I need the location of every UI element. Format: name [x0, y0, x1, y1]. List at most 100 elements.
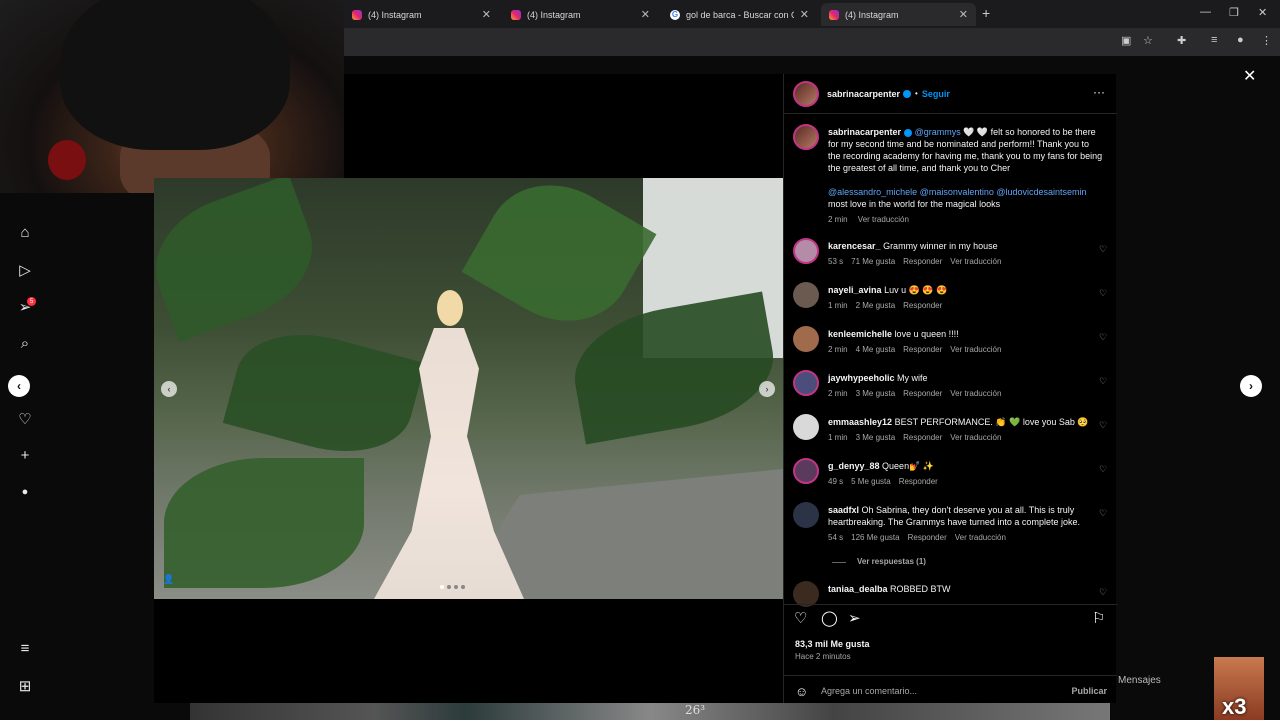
comment-avatar[interactable] — [793, 458, 819, 484]
close-tab-icon[interactable]: ✕ — [641, 8, 650, 21]
close-tab-icon[interactable]: ✕ — [959, 8, 968, 21]
comment-username[interactable]: karencesar_ — [828, 241, 881, 251]
bookmark-star-icon[interactable]: ☆ — [1143, 34, 1153, 47]
new-tab-button[interactable]: + — [982, 5, 990, 21]
close-tab-icon[interactable]: ✕ — [482, 8, 491, 21]
comment-username[interactable]: saadfxl — [828, 505, 859, 515]
feed-thumbnails-strip: 26³ — [190, 703, 1110, 720]
like-comment-icon[interactable]: ♡ — [1099, 464, 1107, 475]
follow-button[interactable]: Seguir — [922, 89, 950, 99]
browser-tab-active[interactable]: (4) Instagram ✕ — [821, 3, 976, 26]
comment-username[interactable]: jaywhypeeholic — [828, 373, 895, 383]
comment-icon[interactable]: ◯ — [821, 609, 838, 627]
translate-link[interactable]: Ver traducción — [950, 388, 1001, 400]
like-icon[interactable]: ♡ — [794, 609, 807, 627]
media-letterbox-top — [344, 74, 783, 178]
browser-menu-icon[interactable]: ⋮ — [1261, 34, 1272, 47]
reply-link[interactable]: Responder — [903, 388, 942, 400]
comment-likes[interactable]: 3 Me gusta — [856, 388, 896, 400]
like-comment-icon[interactable]: ♡ — [1099, 288, 1107, 299]
close-modal-icon[interactable]: ✕ — [1243, 66, 1256, 86]
cast-icon[interactable]: ▣ — [1121, 34, 1131, 47]
translate-link[interactable]: Ver traducción — [950, 432, 1001, 444]
more-menu-icon[interactable]: ≡ — [15, 640, 35, 657]
browser-tab[interactable]: (4) Instagram ✕ — [344, 3, 499, 26]
comment-avatar[interactable] — [793, 282, 819, 308]
translate-link[interactable]: Ver traducción — [955, 532, 1006, 544]
messages-bar[interactable]: Mensajes — [1116, 662, 1216, 698]
comment-avatar[interactable] — [793, 502, 819, 528]
author-avatar[interactable] — [793, 80, 819, 107]
like-comment-icon[interactable]: ♡ — [1099, 508, 1107, 519]
browser-tab[interactable]: (4) Instagram ✕ — [503, 3, 658, 26]
search-icon[interactable]: ⌕ — [15, 335, 35, 352]
reply-link[interactable]: Responder — [903, 300, 942, 312]
create-icon[interactable]: + — [15, 447, 35, 464]
comment-avatar[interactable] — [793, 414, 819, 440]
save-icon[interactable]: ⚐ — [1092, 609, 1105, 627]
comment-likes[interactable]: 126 Me gusta — [851, 532, 899, 544]
like-comment-icon[interactable]: ♡ — [1099, 244, 1107, 255]
notifications-heart-icon[interactable]: ♡ — [15, 410, 35, 428]
author-username[interactable]: sabrinacarpenter — [827, 89, 900, 99]
comment-likes[interactable]: 71 Me gusta — [851, 256, 895, 268]
emoji-icon[interactable]: ☺ — [795, 684, 808, 699]
previous-post-button[interactable]: ‹ — [8, 375, 30, 397]
reply-link[interactable]: Responder — [903, 432, 942, 444]
share-icon[interactable]: ➢ — [848, 609, 861, 627]
comment: taniaa_dealba ROBBED BTW — [828, 583, 1098, 595]
comment-username[interactable]: emmaashley12 — [828, 417, 892, 427]
window-close-icon[interactable]: ✕ — [1258, 6, 1267, 19]
reply-link[interactable]: Responder — [908, 532, 947, 544]
more-options-icon[interactable]: ··· — [1093, 85, 1105, 99]
tab-title: (4) Instagram — [368, 9, 422, 20]
comment-likes[interactable]: 3 Me gusta — [856, 432, 896, 444]
comment-username[interactable]: nayeli_avina — [828, 285, 882, 295]
profile-icon[interactable]: ● — [15, 486, 35, 498]
comment-avatar[interactable] — [793, 238, 819, 264]
likes-count[interactable]: 83,3 mil Me gusta — [795, 639, 870, 649]
comment-likes[interactable]: 5 Me gusta — [851, 476, 891, 488]
publish-button[interactable]: Publicar — [1071, 686, 1107, 696]
like-comment-icon[interactable]: ♡ — [1099, 420, 1107, 431]
comment-likes[interactable]: 2 Me gusta — [856, 300, 896, 312]
restore-icon[interactable]: ❐ — [1229, 6, 1239, 19]
comment-username[interactable]: g_denyy_88 — [828, 461, 880, 471]
comment-username[interactable]: taniaa_dealba — [828, 584, 888, 594]
profile-avatar[interactable]: ● — [1237, 34, 1244, 46]
translate-link[interactable]: Ver traducción — [950, 256, 1001, 268]
mention-link[interactable]: @grammys — [915, 127, 961, 137]
like-comment-icon[interactable]: ♡ — [1099, 332, 1107, 343]
also-from-meta-icon[interactable]: ⊞ — [15, 677, 35, 695]
close-tab-icon[interactable]: ✕ — [800, 8, 809, 21]
caption-translate-link[interactable]: Ver traducción — [858, 215, 909, 224]
mention-links[interactable]: @alessandro_michele @maisonvalentino @lu… — [828, 186, 1103, 198]
reply-link[interactable]: Responder — [903, 344, 942, 356]
reply-link[interactable]: Responder — [899, 476, 938, 488]
like-comment-icon[interactable]: ♡ — [1099, 587, 1107, 598]
tagged-user-icon[interactable]: 👤 — [163, 574, 174, 585]
reply-link[interactable]: Responder — [903, 256, 942, 268]
instagram-icon — [829, 9, 839, 20]
reels-icon[interactable]: ▷ — [15, 261, 35, 279]
translate-link[interactable]: Ver traducción — [950, 344, 1001, 356]
comment-avatar[interactable] — [793, 326, 819, 352]
comment-username[interactable]: kenleemichelle — [828, 329, 892, 339]
caption-username[interactable]: sabrinacarpenter — [828, 127, 901, 137]
comment-text: Oh Sabrina, they don't deserve you at al… — [828, 505, 1080, 527]
comment-avatar[interactable] — [793, 370, 819, 396]
view-replies-link[interactable]: Ver respuestas (1) — [857, 557, 926, 566]
caption-author-avatar[interactable] — [793, 124, 819, 150]
media-controls-icon[interactable]: ≡ — [1211, 34, 1217, 46]
next-post-button[interactable]: › — [1240, 375, 1262, 397]
like-comment-icon[interactable]: ♡ — [1099, 376, 1107, 387]
comment-input[interactable]: Agrega un comentario... — [821, 686, 917, 696]
comment-likes[interactable]: 4 Me gusta — [856, 344, 896, 356]
extensions-icon[interactable]: ✚ — [1177, 34, 1186, 47]
home-icon[interactable]: ⌂ — [15, 224, 35, 241]
browser-tab[interactable]: G gol de barca - Buscar con Goog ✕ — [662, 3, 817, 26]
minimize-icon[interactable]: — — [1200, 6, 1211, 18]
post-photo[interactable] — [154, 178, 783, 599]
carousel-next-button[interactable]: › — [759, 381, 775, 397]
carousel-previous-button[interactable]: ‹ — [161, 381, 177, 397]
